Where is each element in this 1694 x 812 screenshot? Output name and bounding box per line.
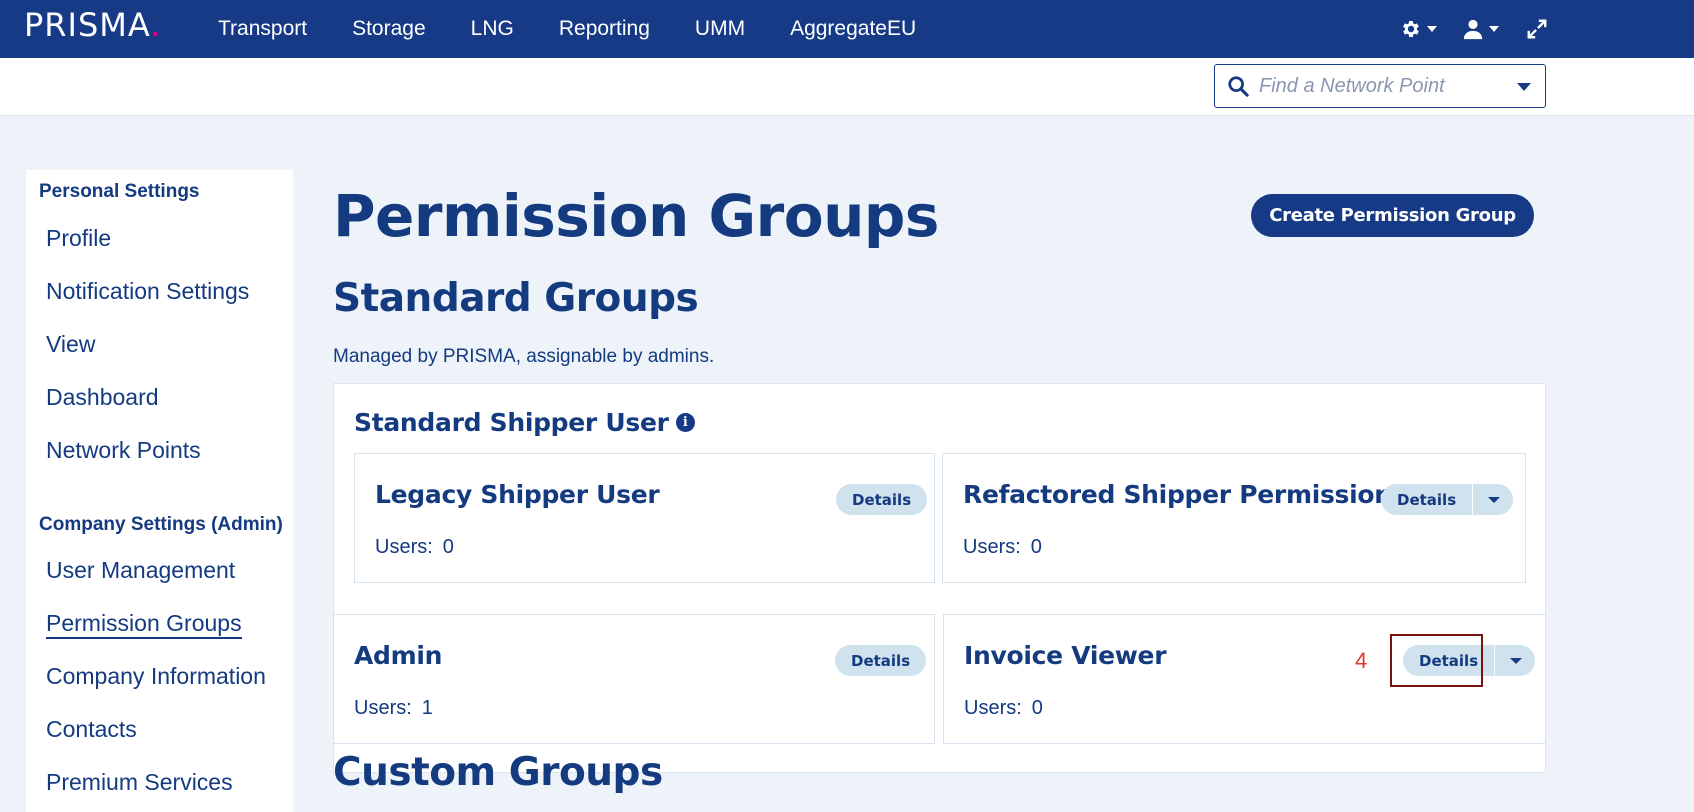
group-name: Admin — [354, 641, 443, 670]
users-value: 0 — [1031, 697, 1043, 719]
prisma-logo[interactable]: PRISMA. — [24, 6, 161, 44]
sidebar-item-contacts[interactable]: Contacts — [26, 716, 137, 743]
nav-item-transport[interactable]: Transport — [218, 17, 307, 41]
create-permission-group-button[interactable]: Create Permission Group — [1251, 194, 1534, 237]
nav-item-storage[interactable]: Storage — [352, 17, 426, 41]
category-title-text: Standard Shipper User — [354, 408, 669, 437]
user-menu[interactable] — [1462, 14, 1499, 44]
settings-sidebar: Personal Settings Profile Notification S… — [26, 170, 293, 812]
sidebar-item-profile[interactable]: Profile — [26, 225, 111, 252]
info-icon[interactable]: i — [675, 413, 695, 432]
users-value: 0 — [1030, 536, 1042, 558]
sub-header — [0, 58, 1694, 116]
group-name: Refactored Shipper Permissions — [963, 480, 1407, 509]
sidebar-item-label: Permission Groups — [46, 610, 242, 639]
standard-groups-heading: Standard Groups — [333, 276, 699, 321]
users-label: Users: — [964, 697, 1022, 719]
nav-item-aggregateeu[interactable]: AggregateEU — [790, 17, 916, 41]
users-label: Users: — [375, 536, 433, 558]
category-title: Standard Shipper User i — [354, 408, 695, 437]
users-label: Users: — [354, 697, 412, 719]
sidebar-item-notification-settings[interactable]: Notification Settings — [26, 278, 249, 305]
sidebar-item-view[interactable]: View — [26, 331, 95, 358]
user-count: Users: 0 — [963, 536, 1042, 559]
sidebar-heading-company: Company Settings (Admin) — [39, 514, 283, 535]
details-button[interactable]: Details — [1381, 484, 1473, 515]
sidebar-item-network-points[interactable]: Network Points — [26, 437, 201, 464]
sidebar-item-company-information[interactable]: Company Information — [26, 663, 266, 690]
group-name: Legacy Shipper User — [375, 480, 660, 509]
chevron-down-icon — [1489, 26, 1499, 32]
details-button-group: Details — [835, 645, 927, 676]
custom-groups-heading: Custom Groups — [333, 750, 663, 795]
gear-icon — [1403, 21, 1419, 37]
search-input[interactable] — [1259, 74, 1499, 98]
group-card-legacy-shipper-user: Legacy Shipper User Details Users: 0 — [354, 453, 935, 583]
users-label: Users: — [963, 536, 1021, 558]
sidebar-item-premium-services[interactable]: Premium Services — [26, 769, 233, 796]
nav-item-reporting[interactable]: Reporting — [559, 17, 650, 41]
network-point-search[interactable] — [1214, 64, 1546, 108]
details-button[interactable]: Details — [836, 484, 928, 515]
details-button-group: Details — [836, 484, 928, 515]
details-dropdown-button[interactable] — [1494, 645, 1536, 676]
users-value: 0 — [442, 536, 454, 558]
group-card-invoice-viewer: Invoice Viewer 4 Details Users: 0 — [943, 614, 1546, 744]
page-title: Permission Groups — [333, 182, 939, 250]
chevron-down-icon — [1427, 26, 1437, 32]
standard-groups-description: Managed by PRISMA, assignable by admins. — [333, 346, 715, 367]
nav-item-umm[interactable]: UMM — [695, 17, 745, 41]
details-button-group: Details — [1381, 484, 1514, 515]
caret-down-icon — [1510, 658, 1523, 664]
user-count: Users: 1 — [354, 697, 433, 720]
fullscreen-button[interactable] — [1526, 14, 1548, 44]
chevron-down-icon[interactable] — [1517, 83, 1531, 91]
user-icon — [1463, 19, 1483, 40]
group-card-refactored-shipper-permissions: Refactored Shipper Permissions Details U… — [942, 453, 1526, 583]
group-name: Invoice Viewer — [964, 641, 1167, 670]
sidebar-heading-personal: Personal Settings — [39, 181, 200, 202]
users-value: 1 — [421, 697, 433, 719]
sidebar-item-dashboard[interactable]: Dashboard — [26, 384, 159, 411]
top-nav: PRISMA. Transport Storage LNG Reporting … — [0, 0, 1694, 58]
annotation-number: 4 — [1355, 648, 1368, 673]
user-count: Users: 0 — [375, 536, 454, 559]
user-count: Users: 0 — [964, 697, 1043, 720]
group-card-admin: Admin Details Users: 1 — [333, 614, 935, 744]
annotation-highlight-box — [1390, 634, 1483, 687]
details-button[interactable]: Details — [835, 645, 927, 676]
caret-down-icon — [1488, 497, 1501, 503]
expand-icon — [1527, 19, 1547, 39]
settings-menu[interactable] — [1400, 14, 1437, 44]
search-icon — [1228, 76, 1249, 97]
sidebar-item-permission-groups[interactable]: Permission Groups — [26, 610, 242, 639]
sidebar-item-user-management[interactable]: User Management — [26, 557, 235, 584]
details-dropdown-button[interactable] — [1472, 484, 1514, 515]
nav-item-lng[interactable]: LNG — [471, 17, 514, 41]
main-nav: Transport Storage LNG Reporting UMM Aggr… — [218, 0, 961, 58]
